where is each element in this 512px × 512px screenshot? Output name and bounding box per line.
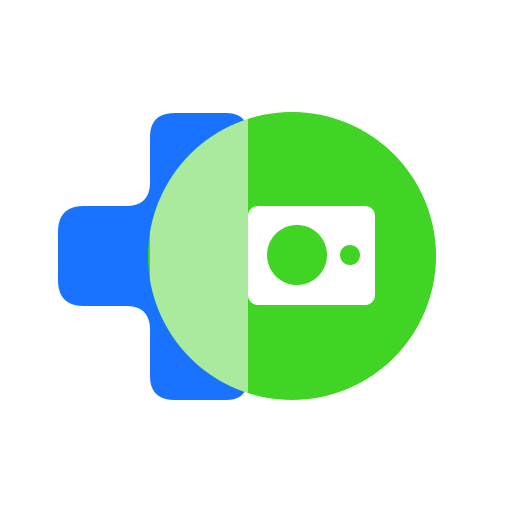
app-icon-canvas bbox=[0, 0, 512, 512]
camera-lens-icon bbox=[267, 225, 327, 285]
camera-plus-logo-icon bbox=[58, 112, 436, 400]
camera-flash-icon bbox=[340, 245, 360, 265]
